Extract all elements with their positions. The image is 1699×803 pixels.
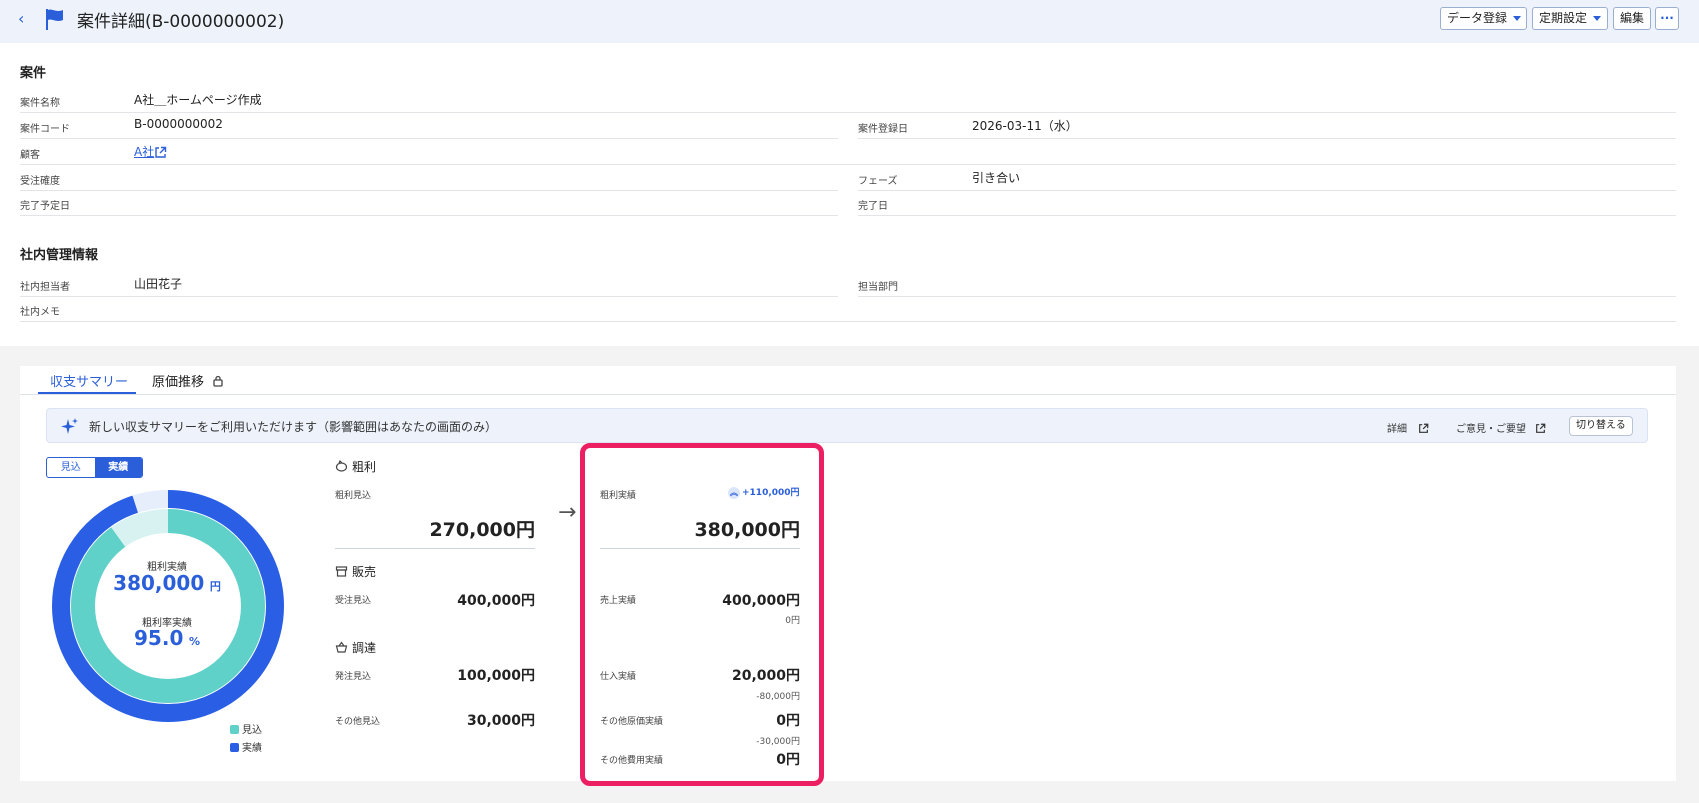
switch-button[interactable]: 切り替える bbox=[1569, 416, 1633, 436]
donut-rate-value: 95.0 bbox=[134, 626, 184, 650]
donut-rate-unit: % bbox=[188, 635, 200, 648]
external-link-icon bbox=[1536, 423, 1546, 433]
basket-icon bbox=[335, 641, 348, 653]
memo-row: 社内メモ bbox=[20, 297, 1676, 322]
legend-actual: 実績 bbox=[230, 739, 262, 754]
sales-heading: 販売 bbox=[335, 563, 376, 580]
tab-divider bbox=[20, 394, 1676, 395]
divider bbox=[600, 548, 800, 549]
field-label: 担当部門 bbox=[858, 282, 898, 293]
external-link-icon bbox=[1419, 423, 1429, 433]
donut-gp-amount: 380,000 円 bbox=[67, 571, 267, 595]
page-title: 案件詳細(B-0000000002) bbox=[77, 12, 285, 32]
gp-actual-label: 粗利実績 bbox=[600, 491, 637, 501]
store-icon bbox=[335, 566, 348, 577]
arrow-right-icon: → bbox=[558, 500, 577, 525]
owner-value: 山田花子 bbox=[134, 277, 183, 291]
field-label: 社内メモ bbox=[20, 307, 60, 318]
donut-forecast-arc bbox=[71, 509, 265, 703]
legend-forecast: 見込 bbox=[230, 721, 262, 736]
field-label: フェーズ bbox=[858, 176, 898, 187]
internal-section-title: 社内管理情報 bbox=[20, 248, 99, 263]
legend-swatch bbox=[230, 743, 239, 752]
tab-cost-trend[interactable]: 原価推移 bbox=[152, 371, 223, 390]
project-section-title: 案件 bbox=[20, 66, 47, 81]
field-label: 社内担当者 bbox=[20, 282, 70, 293]
divider bbox=[335, 548, 535, 549]
double-chevron-up-icon: ︽ bbox=[728, 487, 740, 499]
purchase-forecast-value: 100,000円 bbox=[457, 668, 535, 684]
purchase-diff: -80,000円 bbox=[756, 692, 800, 702]
notice-banner: 新しい収支サマリーをご利用いただけます（影響範囲はあなたの画面のみ） 詳細 ご意… bbox=[46, 408, 1648, 443]
piggy-bank-icon bbox=[335, 459, 348, 472]
other-expense-actual-value: 0円 bbox=[776, 752, 800, 768]
more-button[interactable]: ··· bbox=[1655, 7, 1679, 30]
probability-row: 受注確度 bbox=[20, 166, 838, 191]
registered-date-value: 2026-03-11（水） bbox=[972, 119, 1078, 133]
owner-row: 社内担当者 山田花子 bbox=[20, 272, 838, 297]
planned-end-row: 完了予定日 bbox=[20, 191, 838, 216]
field-label: 案件名称 bbox=[20, 98, 60, 109]
chevron-down-icon bbox=[1513, 16, 1522, 21]
periodic-settings-button[interactable]: 定期設定 bbox=[1532, 7, 1608, 30]
lock-icon bbox=[213, 375, 223, 387]
other-cost-actual-value: 0円 bbox=[776, 713, 800, 729]
order-forecast-value: 400,000円 bbox=[457, 593, 535, 609]
donut-rate-amount: 95.0 % bbox=[67, 626, 267, 650]
notice-feedback-link[interactable]: ご意見・ご要望 bbox=[1456, 420, 1546, 435]
gp-forecast-value: 270,000円 bbox=[429, 519, 535, 541]
field-label: 案件コード bbox=[20, 124, 70, 135]
customer-link[interactable]: A社 bbox=[134, 143, 154, 160]
department-row: 担当部門 bbox=[858, 272, 1676, 297]
active-tab-indicator bbox=[38, 392, 136, 394]
other-cost-diff: -30,000円 bbox=[756, 737, 800, 747]
sales-diff: 0円 bbox=[785, 616, 800, 626]
toggle-forecast[interactable]: 見込 bbox=[47, 458, 95, 477]
customer-row: 顧客 A社 bbox=[20, 140, 1676, 165]
notice-detail-link[interactable]: 詳細 bbox=[1387, 420, 1429, 435]
donut-gp-value: 380,000 bbox=[113, 571, 205, 595]
phase-row: フェーズ 引き合い bbox=[858, 166, 1676, 191]
data-register-button[interactable]: データ登録 bbox=[1440, 7, 1527, 30]
field-label: 案件登録日 bbox=[858, 124, 908, 135]
registered-date-row: 案件登録日 2026-03-11（水） bbox=[858, 114, 1676, 139]
gp-diff-badge: ︽ +110,000円 bbox=[728, 487, 800, 499]
notice-text: 新しい収支サマリーをご利用いただけます（影響範囲はあなたの画面のみ） bbox=[89, 420, 498, 434]
procurement-heading: 調達 bbox=[335, 639, 376, 656]
project-code-value: B-0000000002 bbox=[134, 117, 223, 131]
tab-summary[interactable]: 収支サマリー bbox=[50, 371, 128, 390]
sales-actual-value: 400,000円 bbox=[722, 593, 800, 609]
forecast-actual-toggle[interactable]: 見込 実績 bbox=[46, 457, 143, 478]
field-label: 完了予定日 bbox=[20, 201, 70, 212]
gp-forecast-label: 粗利見込 bbox=[335, 491, 372, 501]
gp-actual-value: 380,000円 bbox=[694, 519, 800, 541]
end-date-row: 完了日 bbox=[858, 191, 1676, 216]
back-icon[interactable]: ‹ bbox=[18, 9, 24, 28]
phase-value: 引き合い bbox=[972, 171, 1021, 185]
purchase-actual-label: 仕入実績 bbox=[600, 672, 637, 682]
donut-gp-unit: 円 bbox=[209, 580, 221, 593]
field-label: 完了日 bbox=[858, 201, 888, 212]
project-code-row: 案件コード B-0000000002 bbox=[20, 114, 838, 139]
flag-icon bbox=[46, 9, 63, 30]
other-forecast-value: 30,000円 bbox=[466, 713, 535, 729]
project-name-value: A社＿ホームページ作成 bbox=[134, 93, 262, 107]
sales-actual-label: 売上実績 bbox=[600, 596, 637, 606]
field-label: 受注確度 bbox=[20, 176, 60, 187]
chevron-down-icon bbox=[1593, 16, 1602, 21]
toggle-actual[interactable]: 実績 bbox=[94, 458, 142, 477]
sparkle-icon bbox=[61, 418, 78, 434]
purchase-actual-value: 20,000円 bbox=[731, 668, 800, 684]
page-header: ‹ 案件詳細(B-0000000002) データ登録 定期設定 編集 ··· bbox=[0, 0, 1699, 43]
field-label: 顧客 bbox=[20, 150, 40, 161]
order-forecast-label: 受注見込 bbox=[335, 596, 372, 606]
project-name-row: 案件名称 A社＿ホームページ作成 bbox=[20, 88, 1676, 113]
legend-swatch bbox=[230, 725, 239, 734]
gross-profit-heading: 粗利 bbox=[335, 458, 376, 475]
external-link-icon[interactable] bbox=[154, 146, 167, 159]
gross-profit-donut bbox=[52, 490, 284, 722]
purchase-forecast-label: 発注見込 bbox=[335, 672, 372, 682]
edit-button[interactable]: 編集 bbox=[1613, 7, 1651, 30]
other-forecast-label: その他見込 bbox=[335, 717, 381, 727]
